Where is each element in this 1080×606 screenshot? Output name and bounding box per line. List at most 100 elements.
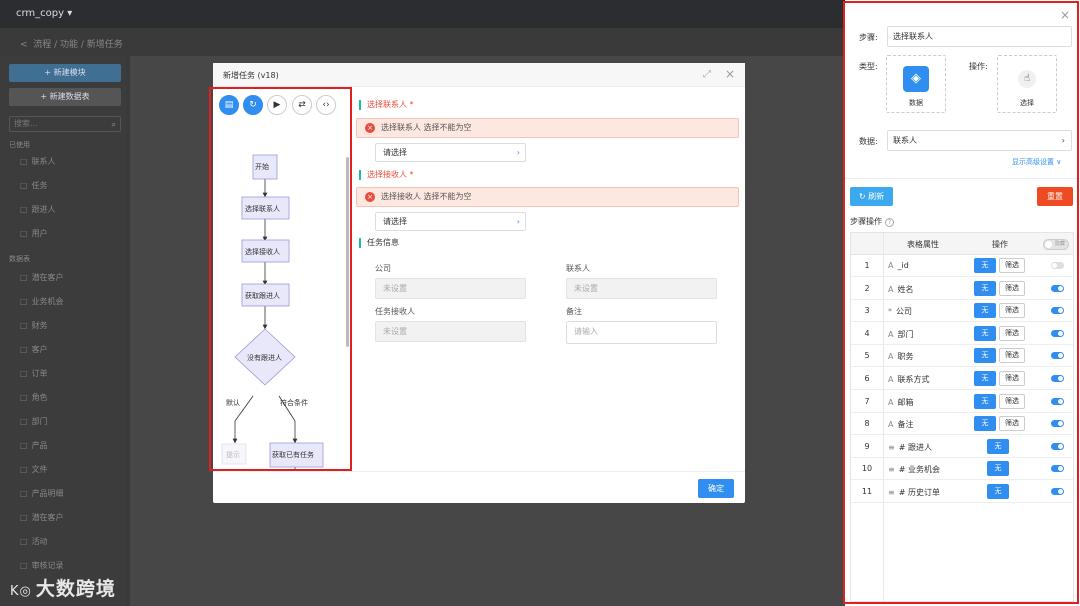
filter-button[interactable]: 筛选 (999, 325, 1025, 341)
none-button[interactable]: 无 (974, 325, 996, 341)
field-type-icon: A (888, 397, 894, 407)
none-button[interactable]: 无 (987, 438, 1009, 454)
visibility-switch[interactable] (1051, 488, 1064, 495)
sidebar-item[interactable]: 潜在客户 (20, 512, 64, 523)
step-name-input[interactable]: 选择联系人 (887, 26, 1072, 47)
sidebar-item[interactable]: 审核记录 (20, 560, 64, 571)
refresh-button[interactable]: ↻ 刷新 (850, 187, 893, 206)
table-row: 9 ≡ # 跟进人 无 (851, 436, 1073, 458)
field-type-icon: A (888, 375, 894, 384)
table-row: 3 * 公司 无筛选 (851, 300, 1073, 323)
modal-title: 新增任务 (v18) (223, 71, 279, 80)
none-button[interactable]: 无 (974, 280, 996, 296)
visibility-switch[interactable] (1051, 329, 1064, 337)
visibility-switch[interactable] (1051, 442, 1064, 450)
breadcrumb: < 流程 / 功能 / 新增任务 (20, 40, 123, 50)
sidebar-item[interactable]: 部门 (20, 416, 48, 427)
field-name: ≡ # 跟进人 (888, 442, 932, 452)
toggle-all-switch[interactable]: 隐藏 (1043, 239, 1069, 250)
new-module-button[interactable]: + 新建模块 (9, 64, 121, 82)
table-header: 表格属性 操作 隐藏 (851, 233, 1073, 255)
sidebar-item[interactable]: 角色 (20, 392, 48, 403)
field-type-icon: A (888, 352, 894, 362)
fullscreen-icon[interactable]: ⤢ (703, 69, 711, 80)
table-row: 11 ≡ # 历史订单 无 (851, 481, 1073, 503)
visibility-switch[interactable] (1051, 307, 1064, 315)
none-button[interactable]: 无 (974, 371, 996, 386)
filter-button[interactable]: 筛选 (999, 393, 1025, 409)
app-name[interactable]: crm_copy ▾ (16, 8, 72, 19)
sidebar-item[interactable]: 用户 (20, 228, 48, 239)
flow-node-label: 获取已有任务 (272, 451, 314, 459)
filter-button[interactable]: 筛选 (999, 258, 1025, 273)
note-label: 备注 (566, 307, 582, 316)
filter-button[interactable]: 筛选 (999, 303, 1025, 319)
sidebar-item[interactable]: 潜在客户 (20, 272, 64, 283)
task-info-title: 任务信息 (359, 238, 399, 248)
help-icon[interactable]: ? (885, 218, 894, 227)
none-button[interactable]: 无 (974, 258, 996, 273)
table-row: 6 A 联系方式 无筛选 (851, 368, 1073, 390)
search-icon: ⌕ (111, 120, 116, 129)
sidebar-item[interactable]: 联系人 (20, 156, 56, 167)
filter-button[interactable]: 筛选 (999, 371, 1025, 386)
sidebar-item[interactable]: 活动 (20, 536, 48, 547)
sidebar-item[interactable]: 跟进人 (20, 204, 56, 215)
visibility-switch[interactable] (1051, 284, 1064, 292)
filter-button[interactable]: 筛选 (999, 416, 1025, 432)
row-number: 6 (864, 374, 870, 383)
data-source-select[interactable]: 联系人 › (887, 130, 1072, 151)
none-button[interactable]: 无 (987, 484, 1009, 499)
filter-button[interactable]: 筛选 (999, 280, 1025, 296)
sidebar-item[interactable]: 文件 (20, 464, 48, 475)
visibility-switch[interactable] (1051, 352, 1064, 360)
flow-scrollbar[interactable] (346, 157, 349, 347)
visibility-switch[interactable] (1051, 420, 1064, 428)
sidebar-item[interactable]: 任务 (20, 180, 48, 191)
field-name: A 邮箱 (888, 397, 914, 407)
visibility-switch[interactable] (1051, 375, 1064, 382)
sidebar-search-input[interactable]: 搜索... ⌕ (9, 116, 121, 132)
close-icon[interactable]: × (725, 67, 735, 81)
none-button[interactable]: 无 (974, 348, 996, 364)
step-operations-label: 步骤操作? (850, 216, 894, 227)
sidebar-item[interactable]: 客户 (20, 344, 48, 355)
field-type-icon: A (888, 420, 894, 430)
table-row: 10 ≡ # 业务机会 无 (851, 458, 1073, 481)
type-card-data[interactable]: ◈ 数据 (886, 55, 946, 113)
visibility-switch[interactable] (1051, 262, 1064, 269)
filter-button[interactable]: 筛选 (999, 348, 1025, 364)
none-button[interactable]: 无 (974, 393, 996, 409)
flow-edge-label: 符合条件 (280, 399, 308, 407)
pointer-hand-icon: ☝ (1018, 70, 1036, 88)
column-header-op: 操作 (992, 240, 1008, 249)
receiver-error-alert: × 选择接收人 选择不能为空 (356, 187, 739, 207)
row-number: 4 (864, 328, 870, 338)
confirm-button[interactable]: 确定 (698, 479, 734, 498)
table-row: 4 A 部门 无筛选 (851, 323, 1073, 345)
sidebar-item[interactable]: 财务 (20, 320, 48, 331)
action-card-select[interactable]: ☝ 选择 (997, 55, 1057, 113)
field-name: A _id (888, 261, 909, 270)
contact-picker[interactable]: 请选择 › (375, 143, 526, 162)
new-table-button[interactable]: + 新建数据表 (9, 88, 121, 106)
reset-button[interactable]: 重置 (1037, 187, 1073, 206)
flow-node-label: 选择联系人 (245, 205, 280, 213)
receiver-picker[interactable]: 请选择 › (375, 212, 526, 231)
none-button[interactable]: 无 (987, 461, 1009, 477)
visibility-switch[interactable] (1051, 465, 1064, 473)
sidebar-item[interactable]: 业务机会 (20, 296, 64, 307)
note-textarea[interactable]: 请输入 (566, 321, 717, 344)
row-number: 11 (861, 487, 873, 496)
sidebar-item[interactable]: 订单 (20, 368, 48, 379)
panel-divider (845, 178, 1080, 179)
sidebar-item[interactable]: 产品 (20, 440, 48, 451)
none-button[interactable]: 无 (974, 416, 996, 432)
flow-node-label: 选择接收人 (245, 248, 280, 256)
advanced-settings-link[interactable]: 显示高级设置 ∨ (1012, 157, 1061, 167)
none-button[interactable]: 无 (974, 303, 996, 319)
close-icon[interactable]: × (1060, 8, 1070, 22)
field-name: ≡ # 业务机会 (888, 465, 940, 475)
visibility-switch[interactable] (1051, 397, 1064, 405)
sidebar-item[interactable]: 产品明细 (20, 488, 64, 499)
